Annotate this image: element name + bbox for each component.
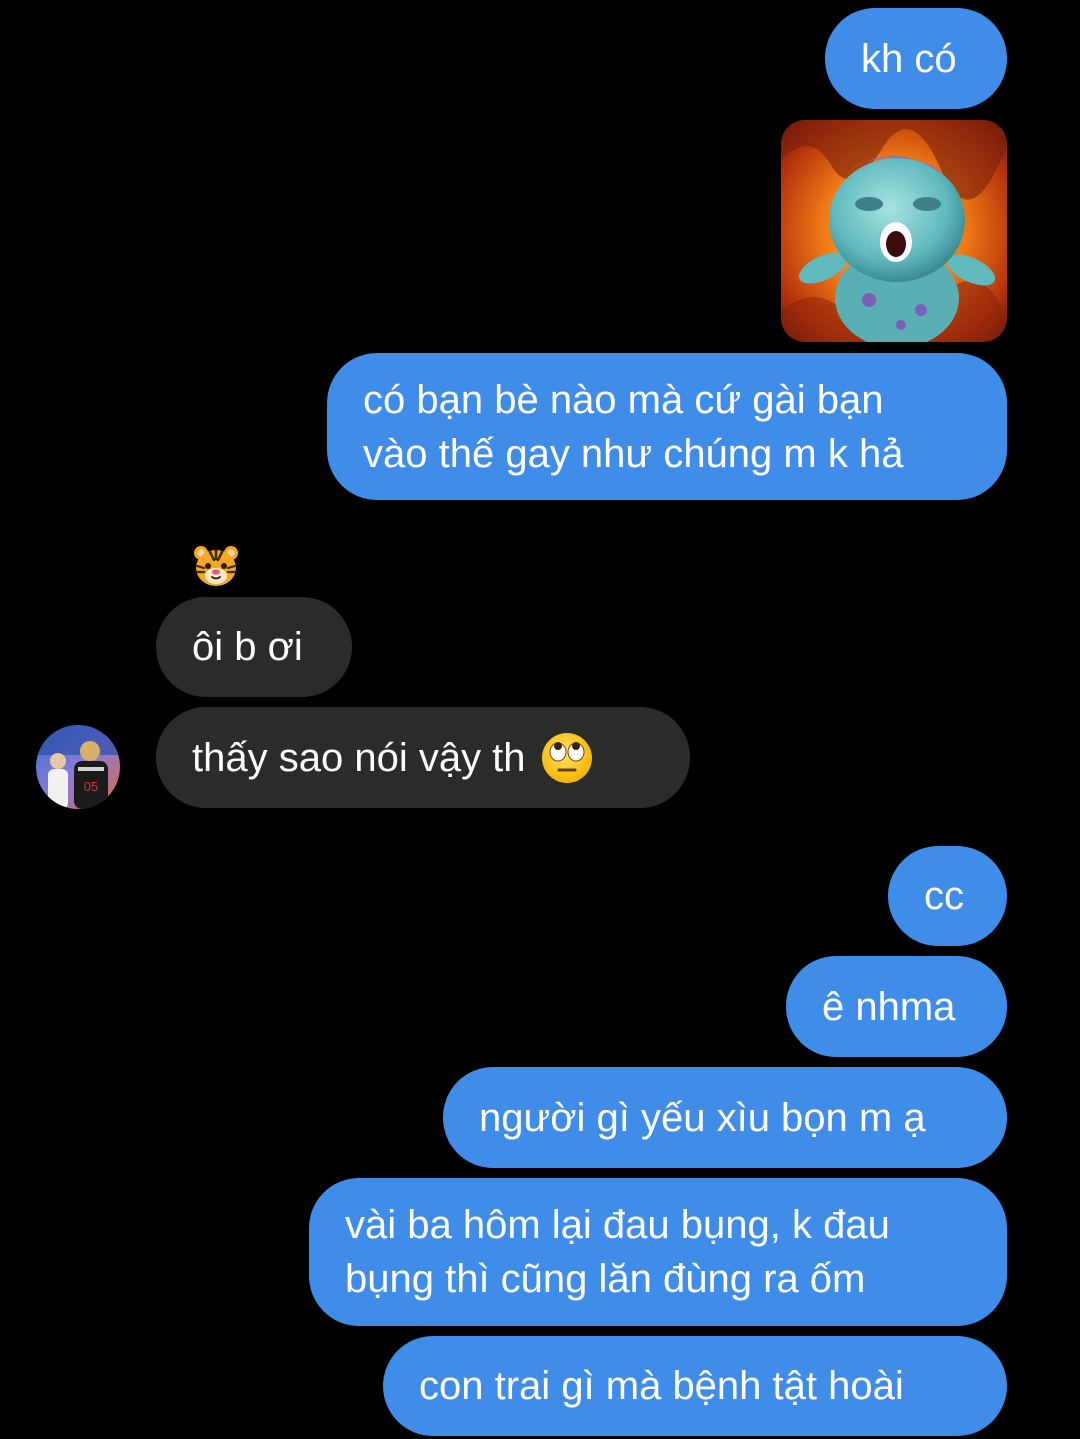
message-text: con trai gì mà bệnh tật hoài	[419, 1364, 904, 1408]
outgoing-message[interactable]: người gì yếu xìu bọn m ạ	[443, 1067, 1007, 1168]
sticker-image[interactable]	[781, 120, 1007, 342]
incoming-message[interactable]: ôi b ơi	[156, 597, 352, 697]
message-text: ôi b ơi	[192, 625, 303, 669]
outgoing-message[interactable]: cc	[888, 846, 1007, 946]
message-text: thấy sao nói vậy th	[192, 735, 526, 780]
outgoing-message[interactable]: ê nhma	[786, 956, 1007, 1057]
message-text-line: vào thế gay như chúng m k hả	[363, 432, 904, 476]
outgoing-message[interactable]: vài ba hôm lại đau bụng, k đau bụng thì …	[309, 1178, 1007, 1326]
message-text: ê nhma	[822, 984, 956, 1029]
contact-avatar-icon: 05	[36, 725, 120, 809]
message-text: kh có	[861, 36, 957, 81]
message-text-line: bụng thì cũng lăn đùng ra ốm	[345, 1257, 866, 1301]
message-text-line: vài ba hôm lại đau bụng, k đau	[345, 1203, 890, 1247]
avatar[interactable]: 05	[36, 725, 120, 809]
crying-creature-sticker-icon	[781, 120, 1007, 342]
message-text: người gì yếu xìu bọn m ạ	[479, 1095, 926, 1140]
message-text: cc	[924, 874, 964, 918]
outgoing-message[interactable]: con trai gì mà bệnh tật hoài	[383, 1336, 1007, 1436]
rolling-eyes-emoji-icon	[540, 731, 594, 785]
outgoing-message[interactable]: kh có	[825, 8, 1007, 109]
outgoing-message[interactable]: có bạn bè nào mà cứ gài bạn vào thế gay …	[327, 353, 1007, 500]
tiger-reaction-icon[interactable]	[192, 544, 240, 588]
tiger-face-icon	[194, 546, 238, 586]
incoming-message[interactable]: thấy sao nói vậy th	[156, 707, 690, 808]
svg-text:05: 05	[84, 779, 98, 794]
message-text-line: có bạn bè nào mà cứ gài bạn	[363, 378, 884, 422]
